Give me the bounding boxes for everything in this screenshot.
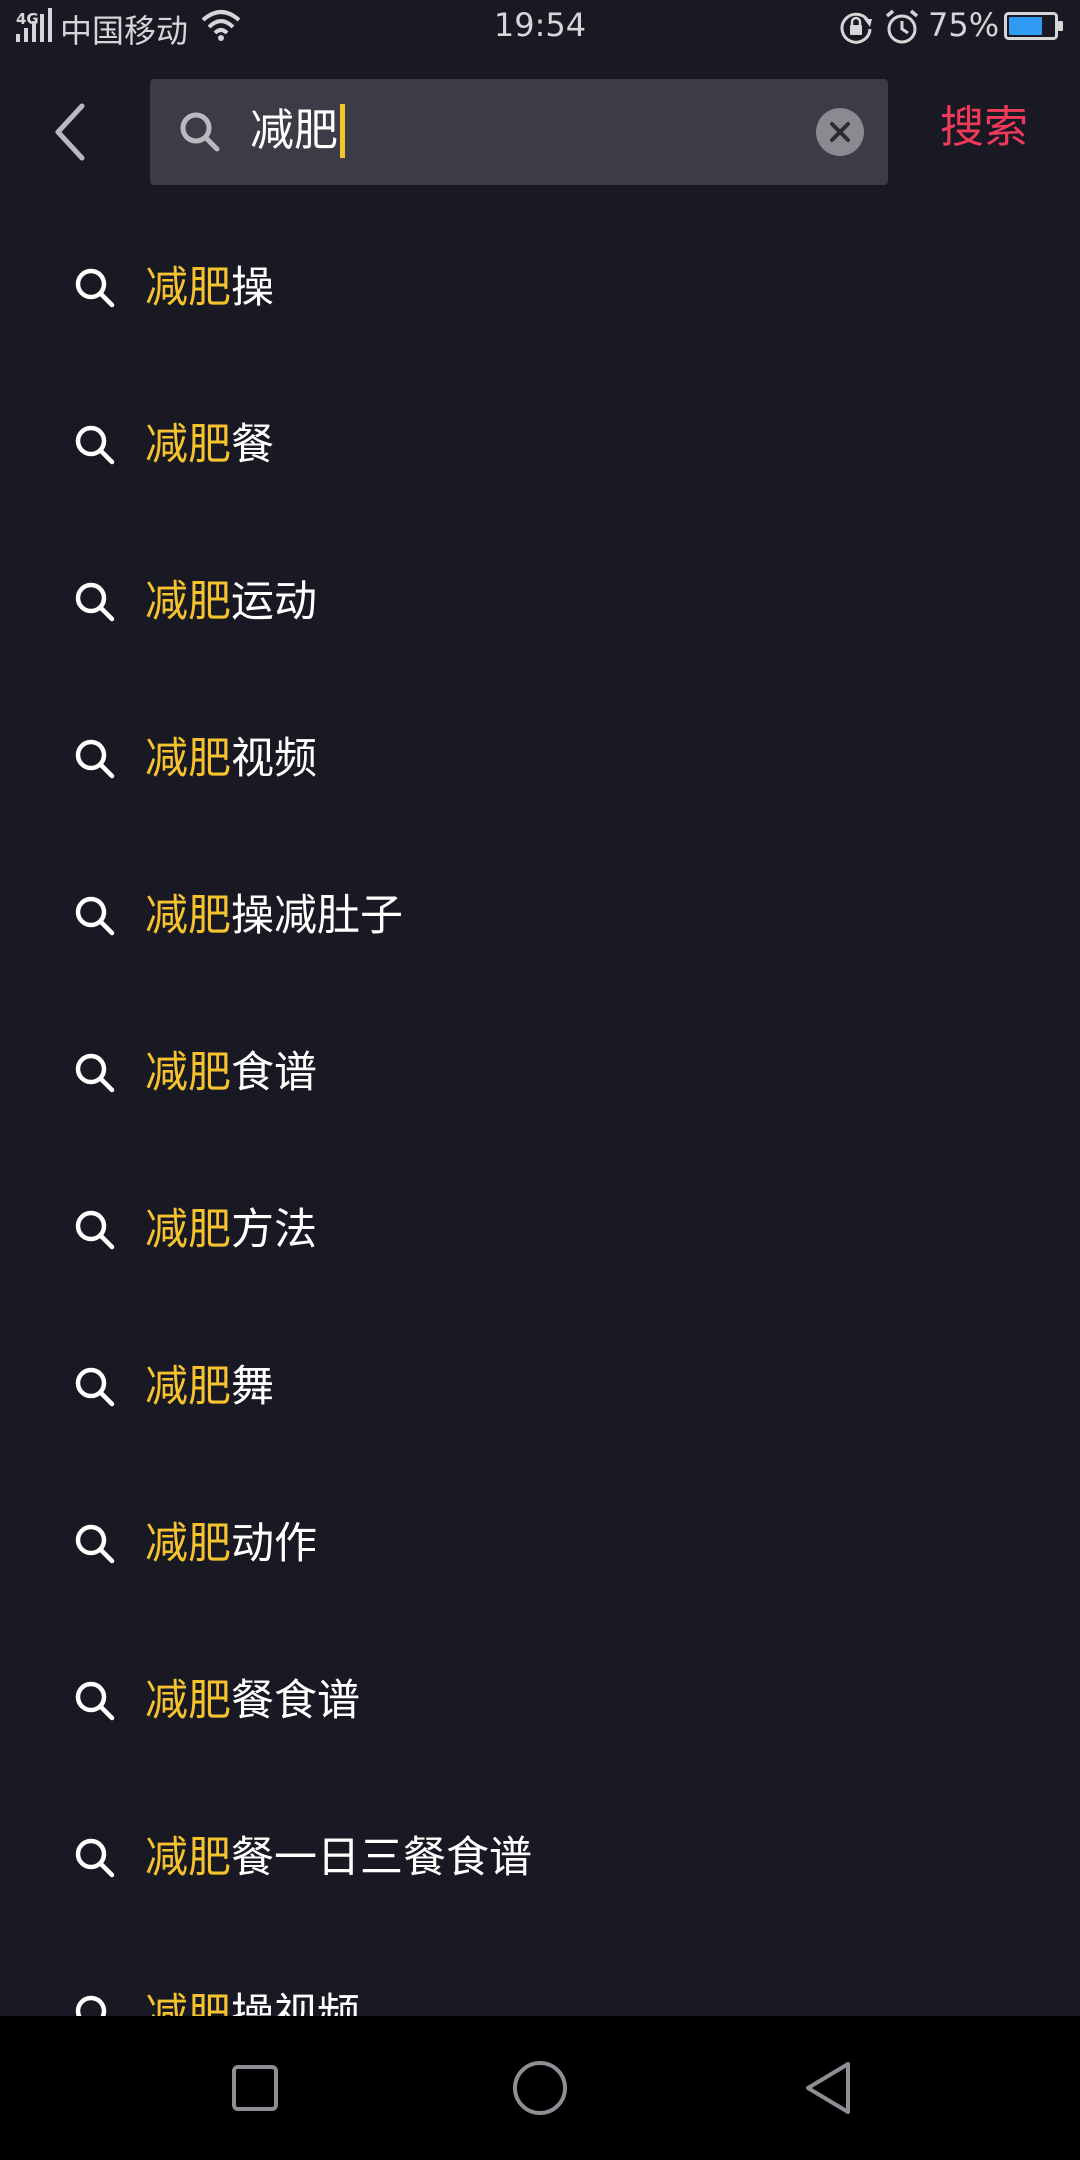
suggestion-match-text: 减肥 [145, 1676, 231, 1726]
suggestion-label: 减肥视频 [145, 729, 317, 789]
suggestion-label: 减肥动作 [145, 1514, 317, 1574]
suggestion-label: 减肥方法 [145, 1200, 317, 1260]
search-icon [180, 112, 220, 152]
rotation-lock-icon [840, 12, 872, 44]
battery-fill [1009, 17, 1042, 35]
suggestion-label: 减肥运动 [145, 572, 317, 632]
suggestion-item[interactable]: 减肥食谱 [0, 1013, 1080, 1170]
recents-square-icon [232, 2065, 278, 2111]
suggestion-item[interactable]: 减肥餐一日三餐食谱 [0, 1798, 1080, 1955]
suggestion-match-text: 减肥 [145, 1205, 231, 1255]
status-bar: 4G 中国移动 19:54 75% [0, 0, 1080, 56]
clear-icon [830, 122, 850, 142]
suggestion-label: 减肥食谱 [145, 1043, 317, 1103]
suggestion-rest-text: 餐食谱 [231, 1676, 360, 1726]
suggestion-rest-text: 操减肚子 [231, 891, 403, 941]
suggestion-match-text: 减肥 [145, 577, 231, 627]
back-chevron-icon [55, 103, 85, 161]
home-button[interactable] [498, 2046, 582, 2130]
suggestion-item[interactable]: 减肥视频 [0, 699, 1080, 856]
suggestion-label: 减肥餐 [145, 415, 274, 475]
suggestion-item[interactable]: 减肥餐 [0, 385, 1080, 542]
suggestion-item[interactable]: 减肥运动 [0, 542, 1080, 699]
suggestion-rest-text: 视频 [231, 734, 317, 784]
search-icon [75, 268, 115, 308]
back-triangle-icon [806, 2062, 850, 2114]
suggestion-rest-text: 运动 [231, 577, 317, 627]
suggestion-rest-text: 食谱 [231, 1048, 317, 1098]
text-caret [340, 104, 345, 158]
suggestion-rest-text: 操 [231, 263, 274, 313]
suggestion-label: 减肥操 [145, 258, 274, 318]
suggestion-label: 减肥操视频 [145, 1985, 360, 2016]
search-query[interactable]: 减肥 [250, 101, 345, 161]
suggestion-rest-text: 方法 [231, 1205, 317, 1255]
suggestion-match-text: 减肥 [145, 734, 231, 784]
suggestion-match-text: 减肥 [145, 1048, 231, 1098]
screen: 4G 中国移动 19:54 75% 减肥 搜索 减肥操 减肥餐 减肥运动 减肥视… [0, 0, 1080, 2160]
search-icon [75, 1053, 115, 1093]
suggestion-item[interactable]: 减肥餐食谱 [0, 1641, 1080, 1798]
suggestion-item[interactable]: 减肥动作 [0, 1484, 1080, 1641]
battery-percent: 75% [928, 6, 1000, 44]
suggestion-label: 减肥餐一日三餐食谱 [145, 1828, 532, 1888]
suggestion-list: 减肥操 减肥餐 减肥运动 减肥视频 减肥操减肚子 减肥食谱 减肥方法 减肥舞 减肥动作 减肥餐食谱… [0, 228, 1080, 2016]
suggestion-item[interactable]: 减肥操视频 [0, 1955, 1080, 2016]
suggestion-item[interactable]: 减肥方法 [0, 1170, 1080, 1327]
search-icon [75, 1838, 115, 1878]
suggestion-rest-text: 餐 [231, 420, 274, 470]
search-icon [75, 1210, 115, 1250]
suggestion-match-text: 减肥 [145, 1519, 231, 1569]
search-icon [75, 1681, 115, 1721]
nav-back-button[interactable] [786, 2046, 870, 2130]
suggestion-rest-text: 餐一日三餐食谱 [231, 1833, 532, 1883]
search-icon [75, 739, 115, 779]
suggestion-rest-text: 动作 [231, 1519, 317, 1569]
search-icon [75, 1995, 107, 2016]
suggestion-item[interactable]: 减肥操减肚子 [0, 856, 1080, 1013]
search-icon [75, 425, 115, 465]
suggestion-item[interactable]: 减肥操 [0, 228, 1080, 385]
suggestion-match-text: 减肥 [145, 1362, 231, 1412]
suggestion-item[interactable]: 减肥舞 [0, 1327, 1080, 1484]
search-input[interactable]: 减肥 [150, 79, 888, 185]
alarm-icon [885, 9, 919, 44]
suggestion-label: 减肥舞 [145, 1357, 274, 1417]
suggestion-match-text: 减肥 [145, 891, 231, 941]
search-query-text: 减肥 [250, 105, 338, 156]
back-button[interactable] [44, 100, 96, 164]
suggestion-match-text: 减肥 [145, 263, 231, 313]
search-submit-button[interactable]: 搜索 [940, 96, 1028, 160]
suggestion-label: 减肥餐食谱 [145, 1671, 360, 1731]
suggestion-label: 减肥操减肚子 [145, 886, 403, 946]
recents-button[interactable] [213, 2046, 297, 2130]
search-icon [75, 582, 115, 622]
suggestion-match-text: 减肥 [145, 1990, 231, 2016]
system-nav-bar [0, 2016, 1080, 2160]
battery-icon [1004, 12, 1063, 40]
home-circle-icon [513, 2061, 567, 2115]
search-icon [75, 1524, 115, 1564]
suggestion-rest-text: 操视频 [231, 1990, 360, 2016]
suggestion-match-text: 减肥 [145, 1833, 231, 1883]
suggestion-rest-text: 舞 [231, 1362, 274, 1412]
suggestion-match-text: 减肥 [145, 420, 231, 470]
clear-button[interactable] [816, 108, 864, 156]
search-icon [75, 896, 115, 936]
search-icon [75, 1367, 115, 1407]
